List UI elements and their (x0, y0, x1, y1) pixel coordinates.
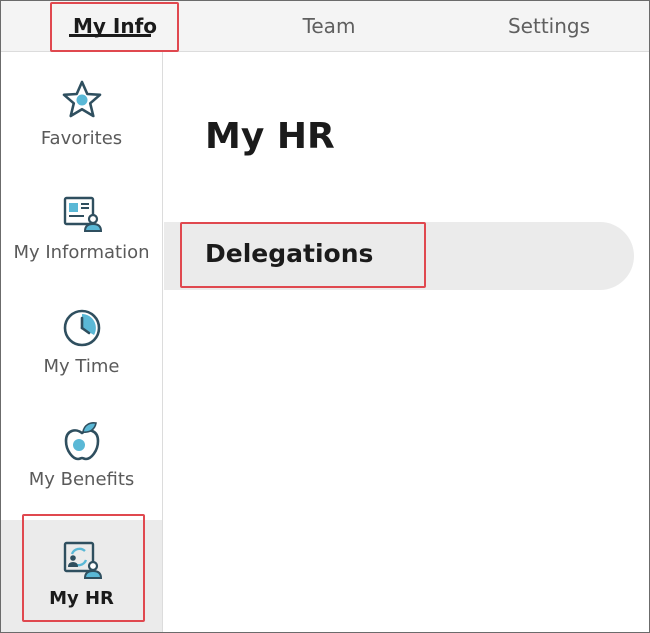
tab-settings-label: Settings (507, 14, 591, 38)
sidebar-item-label: My HR (49, 588, 114, 609)
sidebar-item-label: Favorites (40, 128, 123, 149)
sidebar-item-label: My Time (43, 356, 120, 377)
delegations-link[interactable]: Delegations (205, 239, 373, 268)
sidebar-item-label: My Benefits (28, 469, 135, 490)
clock-icon (63, 309, 100, 347)
sidebar-item-my-hr[interactable]: My HR (1, 520, 162, 632)
apple-icon (64, 422, 99, 461)
star-icon (62, 80, 101, 118)
id-card-icon (63, 196, 102, 232)
sidebar-item-my-time[interactable]: My Time (1, 280, 162, 392)
tab-team-label: Team (302, 14, 356, 38)
sidebar: Favorites My Information My Time My Bene… (1, 52, 163, 632)
tab-team[interactable]: Team (269, 1, 389, 51)
sidebar-item-my-information[interactable]: My Information (1, 166, 162, 278)
sidebar-item-my-benefits[interactable]: My Benefits (1, 393, 162, 505)
top-tab-bar: My Info Team Settings (1, 1, 649, 52)
tab-settings[interactable]: Settings (489, 1, 609, 51)
page-title: My HR (205, 116, 335, 157)
hr-profile-icon (63, 541, 102, 579)
active-tab-underline (69, 34, 151, 37)
tab-my-info[interactable]: My Info (51, 1, 179, 51)
app-window: My Info Team Settings Favorites My Infor… (0, 0, 650, 633)
sidebar-item-favorites[interactable]: Favorites (1, 52, 162, 164)
sidebar-item-label: My Information (13, 242, 150, 263)
